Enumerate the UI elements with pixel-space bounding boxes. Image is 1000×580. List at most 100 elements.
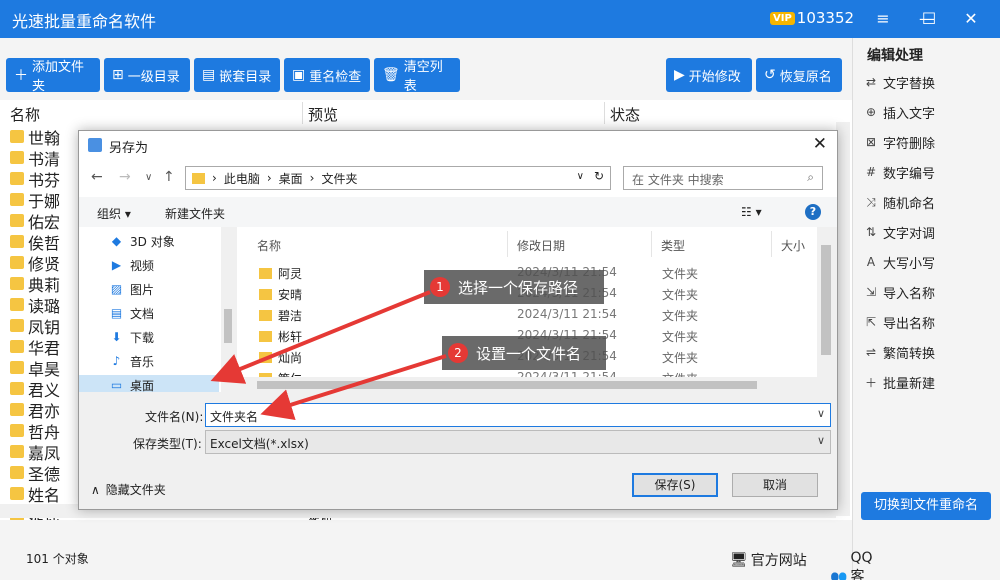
- filetype-select[interactable]: Excel文档(*.xlsx) ∨: [205, 430, 831, 454]
- folder-icon: [10, 151, 24, 164]
- restore-name-button[interactable]: ↺ 恢复原名: [756, 58, 842, 92]
- folder-icon: [10, 382, 24, 395]
- tree-item[interactable]: ⬇ 下载: [109, 327, 154, 347]
- edit-item[interactable]: ⊠ 字符删除: [863, 130, 935, 154]
- breadcrumb-desktop[interactable]: 桌面: [279, 170, 303, 187]
- list-item[interactable]: 佑宏: [10, 210, 60, 232]
- list-item[interactable]: 君义: [10, 378, 60, 400]
- chevron-down-icon[interactable]: ∨: [817, 434, 825, 447]
- column-preview[interactable]: 预览: [308, 104, 338, 125]
- column-date[interactable]: 修改日期: [517, 237, 565, 254]
- view-options-icon[interactable]: ☷ ▾: [741, 205, 762, 219]
- check-icon: ▣: [292, 67, 306, 83]
- tree-item[interactable]: ◆ 3D 对象: [109, 231, 175, 251]
- back-arrow-icon[interactable]: ←: [91, 169, 103, 185]
- folder-icon: [259, 289, 272, 300]
- edit-item-icon: ⇅: [865, 225, 877, 239]
- breadcrumb-this-pc[interactable]: 此电脑: [224, 170, 260, 187]
- list-item[interactable]: 华君: [10, 336, 60, 358]
- list-item[interactable]: 姓名: [10, 483, 60, 505]
- tree-item[interactable]: ▶ 视频: [109, 255, 154, 275]
- column-name[interactable]: 名称: [10, 104, 40, 125]
- up-arrow-icon[interactable]: ↑: [163, 169, 175, 185]
- help-icon[interactable]: ?: [805, 204, 821, 220]
- tree-item[interactable]: ♪ 音乐: [109, 351, 154, 371]
- search-input[interactable]: 在 文件夹 中搜索 ⌕: [623, 166, 823, 190]
- chevron-down-icon[interactable]: ∨: [817, 407, 825, 420]
- maximize-icon[interactable]: ☐: [916, 6, 942, 32]
- edit-item[interactable]: ⇅ 文字对调: [863, 220, 935, 244]
- list-item[interactable]: 哲舟: [10, 420, 60, 442]
- vip-user[interactable]: VIP 103352: [770, 9, 854, 27]
- list-item[interactable]: 卓昊: [10, 357, 60, 379]
- cancel-button[interactable]: 取消: [732, 473, 818, 497]
- list-item[interactable]: 典莉: [10, 273, 60, 295]
- hide-folders-toggle[interactable]: ∧ 隐藏文件夹: [91, 481, 166, 498]
- column-name[interactable]: 名称: [257, 237, 281, 254]
- chevron-down-icon[interactable]: ∨: [577, 171, 584, 182]
- file-list-scrollbar[interactable]: [817, 227, 835, 377]
- edit-item[interactable]: ⊕ 插入文字: [863, 100, 935, 124]
- column-status[interactable]: 状态: [610, 104, 640, 125]
- column-size[interactable]: 大小: [781, 237, 805, 254]
- list-item[interactable]: 修贤: [10, 252, 60, 274]
- edit-item[interactable]: ⇱ 导出名称: [863, 310, 935, 334]
- column-type[interactable]: 类型: [661, 237, 685, 254]
- filetype-row: 保存类型(T): Excel文档(*.xlsx) ∨: [79, 430, 837, 454]
- step-number: 2: [448, 343, 468, 363]
- close-icon[interactable]: ✕: [958, 6, 984, 32]
- address-bar[interactable]: › 此电脑 › 桌面 › 文件夹 ∨ ↻: [185, 166, 611, 190]
- organize-menu[interactable]: 组织 ▾: [97, 205, 131, 222]
- new-folder-button[interactable]: 新建文件夹: [165, 205, 225, 222]
- list-item[interactable]: 君亦: [10, 399, 60, 421]
- close-icon[interactable]: ✕: [813, 134, 827, 154]
- edit-item[interactable]: A 大写小写: [863, 250, 935, 274]
- folder-icon: [10, 277, 24, 290]
- level1-dir-button[interactable]: ⊞ 一级目录: [104, 58, 190, 92]
- official-site-link[interactable]: 🖥 官方网站: [730, 550, 807, 570]
- clear-list-button[interactable]: 🗑 清空列表: [374, 58, 460, 94]
- list-scrollbar[interactable]: [836, 122, 850, 516]
- list-item[interactable]: 凤钥: [10, 315, 60, 337]
- add-folder-button[interactable]: ＋添加文件夹: [6, 58, 100, 94]
- tree-item[interactable]: ▤ 文档: [109, 303, 154, 323]
- edit-item[interactable]: ⇌ 繁简转换: [863, 340, 935, 364]
- list-item[interactable]: 嘉凤: [10, 441, 60, 463]
- edit-item[interactable]: # 数字编号: [863, 160, 935, 184]
- list-item[interactable]: 圣德: [10, 462, 60, 484]
- edit-item[interactable]: ⤨ 随机命名: [863, 190, 935, 214]
- filename-input[interactable]: 文件夹名 ∨: [205, 403, 831, 427]
- dup-check-button[interactable]: ▣ 重名检查: [284, 58, 370, 92]
- list-item[interactable]: 于娜: [10, 189, 60, 211]
- save-button[interactable]: 保存(S): [632, 473, 718, 497]
- qq-service-link[interactable]: 👥QQ客服: [830, 550, 872, 580]
- forward-arrow-icon[interactable]: →: [119, 169, 131, 185]
- edit-item[interactable]: ＋批量新建: [863, 370, 935, 394]
- chevron-up-icon: ∧: [91, 482, 100, 497]
- tree-item[interactable]: ▨ 图片: [109, 279, 154, 299]
- folder-plus-icon: ⊞: [112, 67, 124, 83]
- edit-item[interactable]: ⇄ 文字替换: [863, 70, 935, 94]
- folder-icon: [10, 235, 24, 248]
- tree-item[interactable]: ▭ 桌面: [79, 375, 219, 392]
- list-item[interactable]: 书芬: [10, 168, 60, 190]
- toolbar: ＋添加文件夹 ⊞ 一级目录 ▤ 嵌套目录 ▣ 重名检查 🗑 清空列表 ▶ 开始修改 ↺ 恢复…: [0, 38, 852, 100]
- edit-item[interactable]: ⇲ 导入名称: [863, 280, 935, 304]
- menu-icon[interactable]: ≡: [870, 6, 896, 32]
- list-item[interactable]: 读璐: [10, 294, 60, 316]
- switch-to-file-rename-button[interactable]: 切换到文件重命名: [861, 492, 991, 520]
- dialog-hscrollbar[interactable]: [237, 377, 835, 392]
- list-item[interactable]: 世翰: [10, 126, 60, 148]
- refresh-icon[interactable]: ↻: [594, 169, 604, 183]
- folder-icon: [10, 361, 24, 374]
- list-item[interactable]: 书清: [10, 147, 60, 169]
- tree-scrollbar[interactable]: [221, 227, 235, 392]
- nested-dir-button[interactable]: ▤ 嵌套目录: [194, 58, 280, 92]
- chevron-down-icon[interactable]: ∨: [145, 172, 152, 183]
- start-modify-button[interactable]: ▶ 开始修改: [666, 58, 752, 92]
- file-row[interactable]: 策仁2024/3/11 21:54文件夹: [259, 370, 817, 377]
- breadcrumb-folder[interactable]: 文件夹: [321, 170, 357, 187]
- list-item[interactable]: 俟哲: [10, 231, 60, 253]
- file-row[interactable]: 碧洁 2024/3/11 21:54 文件夹: [259, 307, 817, 328]
- dialog-title-bar: 另存为 ✕: [79, 131, 837, 159]
